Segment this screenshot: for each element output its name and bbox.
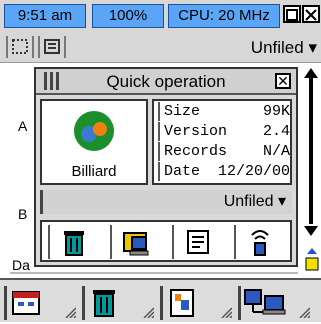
info-row-date: Date 12/20/00 — [158, 162, 290, 181]
app-icon-panel: Billiard — [40, 99, 148, 185]
beam-button[interactable] — [234, 225, 286, 259]
delete-app-button[interactable] — [82, 286, 156, 320]
info-button[interactable] — [160, 286, 234, 320]
dialog-category-selector[interactable]: Unfiled ▾ — [40, 190, 292, 214]
app-info-panel: Size 99K Version 2.4 Records N/A Date 12… — [152, 99, 292, 185]
drag-grip — [50, 72, 53, 90]
dialog-action-bar — [40, 220, 292, 262]
hotsync-button[interactable] — [238, 286, 312, 320]
dropdown-arrow-icon: ▾ — [277, 193, 286, 210]
dialog-close-icon[interactable]: ✕ — [275, 73, 291, 89]
notes-icon — [187, 230, 209, 254]
list-divider — [10, 272, 298, 274]
info-value: 12/20/00 — [217, 163, 290, 180]
category-selector[interactable]: Unfiled ▾ — [251, 36, 317, 60]
dialog-title-bar[interactable]: Quick operation ✕ — [36, 69, 296, 95]
scroll-indicator-icon[interactable] — [305, 246, 319, 272]
billiard-app-icon — [74, 111, 114, 151]
grid-view-button[interactable] — [6, 36, 34, 58]
background-label-b: B — [18, 206, 28, 222]
close-window-icon[interactable] — [302, 5, 320, 23]
command-bar — [0, 278, 321, 322]
info-label: Size — [164, 103, 201, 120]
quick-operation-dialog: Quick operation ✕ Billiard Size 99K Vers… — [34, 67, 298, 267]
dialog-category-label: Unfiled — [223, 193, 274, 210]
delete-button[interactable] — [48, 225, 100, 259]
drag-grip — [44, 72, 47, 90]
beam-icon — [251, 230, 269, 256]
info-value: 2.4 — [262, 123, 290, 140]
dotted-box-icon — [12, 39, 28, 54]
resize-grip-icon — [221, 307, 232, 318]
background-label-a: A — [18, 118, 28, 134]
list-view-button[interactable] — [38, 36, 66, 58]
background-label-d: Da — [12, 257, 30, 273]
list-icon — [44, 39, 60, 54]
note-button[interactable] — [172, 225, 224, 259]
category-label: Unfiled — [250, 38, 304, 57]
dropdown-arrow-icon: ▾ — [308, 38, 317, 57]
launcher-button[interactable] — [4, 286, 78, 320]
time-display[interactable]: 9:51 am — [4, 4, 86, 28]
info-label: Date — [164, 163, 201, 180]
copy-to-pc-button[interactable] — [110, 225, 162, 259]
battery-display[interactable]: 100% — [92, 4, 164, 28]
resize-grip-icon — [65, 307, 76, 318]
folder-pc-icon — [123, 232, 149, 256]
drag-grip — [56, 72, 59, 90]
info-row-records: Records N/A — [158, 142, 290, 161]
resize-grip-icon — [143, 307, 154, 318]
dialog-title: Quick operation — [106, 72, 226, 91]
info-value: N/A — [262, 143, 290, 160]
window-icon[interactable] — [283, 5, 301, 23]
info-label: Records — [164, 143, 228, 160]
status-bar: 9:51 am 100% CPU: 20 MHz — [0, 0, 321, 33]
info-row-version: Version 2.4 — [158, 122, 290, 141]
cpu-display[interactable]: CPU: 20 MHz — [168, 4, 280, 28]
info-value: 99K — [262, 103, 290, 120]
toolbar: Unfiled ▾ — [0, 33, 321, 63]
scrollbar[interactable] — [304, 68, 318, 236]
resize-grip-icon — [299, 307, 310, 318]
trash-icon — [64, 231, 84, 256]
info-row-size: Size 99K — [158, 102, 290, 121]
app-name: Billiard — [71, 163, 117, 180]
info-label: Version — [164, 123, 228, 140]
